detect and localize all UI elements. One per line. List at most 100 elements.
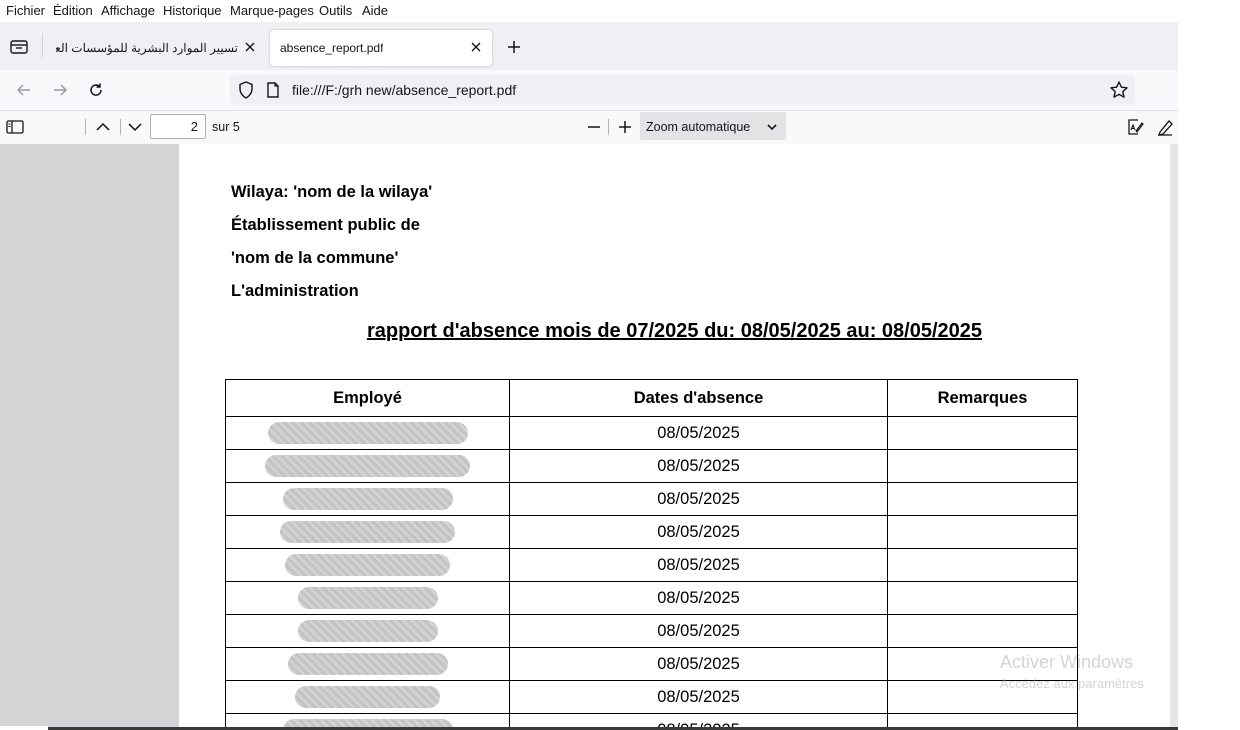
employee-cell (225, 482, 510, 516)
employee-cell (225, 647, 510, 681)
url-text[interactable]: file:///F:/grh new/absence_report.pdf (292, 82, 516, 98)
remarks-cell (887, 614, 1078, 648)
table-header-row: Employé Dates d'absence Remarques (225, 379, 1078, 417)
edit-text-icon[interactable] (1125, 117, 1145, 137)
pdf-viewer[interactable]: Wilaya: 'nom de la wilaya' Établissement… (0, 144, 1178, 730)
url-bar[interactable]: file:///F:/grh new/absence_report.pdf (230, 75, 1135, 105)
tab-separator (42, 34, 43, 58)
header-etablissement: Établissement public de (231, 216, 420, 234)
chevron-down-icon (766, 120, 778, 132)
remarks-cell (887, 449, 1078, 483)
redacted-employee-name (297, 587, 438, 609)
page-count-label: sur 5 (212, 120, 240, 134)
absence-date-cell: 08/05/2025 (509, 416, 888, 450)
absence-date-cell: 08/05/2025 (509, 548, 888, 582)
close-icon[interactable] (242, 39, 258, 55)
employee-cell (225, 449, 510, 483)
back-icon[interactable] (14, 80, 34, 100)
absence-date-cell: 08/05/2025 (509, 515, 888, 549)
menu-outils[interactable]: Outils (319, 3, 352, 18)
menu-bar: Fichier Édition Affichage Historique Mar… (0, 0, 1240, 22)
table-row: 08/05/2025 (225, 548, 1078, 582)
taskbar-edge-gap (0, 726, 48, 730)
table-row: 08/05/2025 (225, 449, 1078, 483)
menu-historique[interactable]: Historique (163, 3, 222, 18)
toolbar-separator (85, 119, 86, 135)
menu-fichier[interactable]: Fichier (6, 3, 45, 18)
star-icon[interactable] (1109, 80, 1129, 100)
absence-date-cell: 08/05/2025 (509, 680, 888, 714)
navigation-bar: file:///F:/grh new/absence_report.pdf (0, 70, 1178, 111)
table-row: 08/05/2025 (225, 482, 1078, 516)
absence-date-cell: 08/05/2025 (509, 647, 888, 681)
remarks-cell (887, 482, 1078, 516)
toolbar-separator (608, 119, 609, 135)
zoom-select[interactable]: Zoom automatique (640, 112, 786, 140)
tab-title: absence_report.pdf (280, 41, 384, 55)
watermark-line2: Accédez aux paramètres (1000, 676, 1144, 691)
toolbar-separator (120, 119, 121, 135)
forward-icon[interactable] (50, 80, 70, 100)
minus-icon[interactable] (584, 117, 604, 137)
column-header-dates: Dates d'absence (509, 379, 888, 417)
zoom-label: Zoom automatique (646, 120, 751, 134)
menu-edition[interactable]: Édition (53, 3, 93, 18)
remarks-cell (887, 548, 1078, 582)
close-icon[interactable] (468, 39, 484, 55)
tab-list-icon[interactable] (9, 38, 29, 56)
tab-grh[interactable]: تسيير الموارد البشرية للمؤسسات العمومية (48, 30, 266, 66)
shield-icon[interactable] (238, 81, 254, 99)
redacted-employee-name (267, 422, 468, 444)
employee-cell (225, 614, 510, 648)
report-title: rapport d'absence mois de 07/2025 du: 08… (366, 320, 983, 342)
column-header-remarks: Remarques (887, 379, 1078, 417)
menu-marque-pages[interactable]: Marque-pages (230, 3, 314, 18)
plus-icon[interactable] (506, 39, 522, 55)
redacted-employee-name (285, 554, 450, 576)
menu-affichage[interactable]: Affichage (101, 3, 155, 18)
chevron-up-icon[interactable] (93, 117, 113, 137)
table-row: 08/05/2025 (225, 416, 1078, 450)
header-wilaya: Wilaya: 'nom de la wilaya' (231, 183, 433, 201)
remarks-cell (887, 581, 1078, 615)
employee-cell (225, 680, 510, 714)
menu-aide[interactable]: Aide (362, 3, 388, 18)
page-number-input[interactable] (150, 114, 206, 139)
vertical-scrollbar[interactable] (1170, 144, 1178, 730)
reload-icon[interactable] (86, 80, 106, 100)
remarks-cell (887, 515, 1078, 549)
redacted-employee-name (287, 653, 448, 675)
absence-date-cell: 08/05/2025 (509, 614, 888, 648)
remarks-cell (887, 416, 1078, 450)
pdf-toolbar: sur 5 Zoom automatique (0, 111, 1178, 145)
draw-icon[interactable] (1155, 117, 1175, 137)
employee-cell (225, 515, 510, 549)
activation-watermark: Activer Windows Accédez aux paramètres (1000, 651, 1144, 695)
table-row: 08/05/2025 (225, 614, 1078, 648)
redacted-employee-name (282, 488, 453, 510)
table-row: 08/05/2025 (225, 680, 1078, 714)
header-administration: L'administration (231, 282, 359, 300)
absence-date-cell: 08/05/2025 (509, 449, 888, 483)
redacted-employee-name (280, 521, 455, 543)
tab-title: تسيير الموارد البشرية للمؤسسات العمومية (56, 41, 238, 55)
column-header-employee: Employé (225, 379, 510, 417)
employee-cell (225, 548, 510, 582)
tab-absence-report[interactable]: absence_report.pdf (270, 30, 492, 66)
sidebar-toggle-icon[interactable] (5, 117, 25, 137)
tab-bar: تسيير الموارد البشرية للمؤسسات العمومية … (0, 22, 1178, 70)
pdf-page: Wilaya: 'nom de la wilaya' Établissement… (179, 144, 1170, 730)
redacted-employee-name (297, 620, 438, 642)
chevron-down-icon[interactable] (125, 117, 145, 137)
table-row: 08/05/2025 (225, 515, 1078, 549)
absence-date-cell: 08/05/2025 (509, 581, 888, 615)
redacted-employee-name (295, 686, 440, 708)
employee-cell (225, 581, 510, 615)
plus-icon[interactable] (615, 117, 635, 137)
table-row: 08/05/2025 (225, 647, 1078, 681)
absence-date-cell: 08/05/2025 (509, 482, 888, 516)
watermark-line1: Activer Windows (1000, 652, 1134, 672)
absence-table: Employé Dates d'absence Remarques 08/05/… (225, 379, 1078, 730)
header-commune: 'nom de la commune' (231, 249, 399, 267)
page-icon[interactable] (266, 82, 280, 98)
